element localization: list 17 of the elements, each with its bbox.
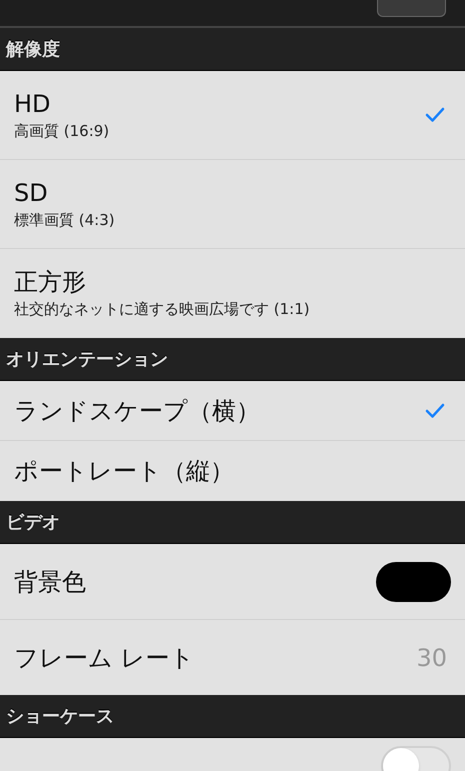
section-header: ショーケース: [0, 695, 465, 738]
option-label: ポートレート（縦）: [14, 456, 235, 487]
row-label: フレーム レート: [14, 642, 196, 674]
option-subtitle: 高画質 (16:9): [14, 120, 110, 142]
option-label: SD: [14, 178, 49, 209]
color-swatch[interactable]: [376, 562, 451, 602]
section-header: ビデオ: [0, 501, 465, 544]
option-label: ランドスケープ（横）: [14, 396, 261, 426]
row-value: 30: [416, 642, 447, 674]
option-label: HD: [14, 88, 52, 120]
row-label: 背景色: [14, 566, 87, 598]
section-header: 解像度: [0, 28, 465, 71]
option-subtitle: 標準画質 (4:3): [14, 210, 116, 231]
section-header: オリエンテーション: [0, 338, 465, 381]
option-subtitle: 社交的なネットに適する映画広場です (1:1): [14, 299, 311, 320]
toolbar-button[interactable]: [377, 0, 446, 17]
option-label: 正方形: [14, 267, 87, 298]
